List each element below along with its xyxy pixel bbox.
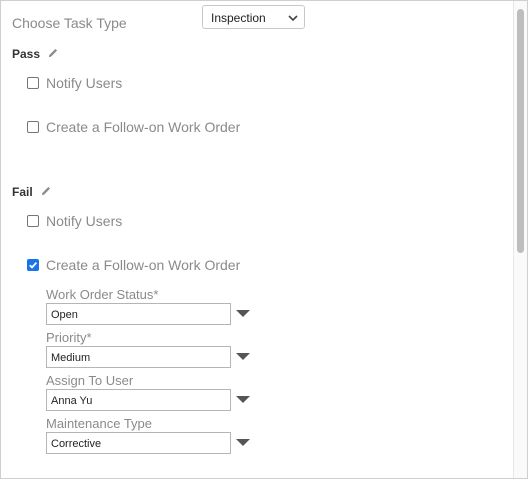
fail-title-text: Fail — [12, 185, 33, 199]
checkmark-icon — [29, 261, 38, 269]
caret-down-icon[interactable] — [236, 310, 250, 317]
chevron-down-icon — [288, 15, 298, 22]
fail-follow-on-label: Create a Follow-on Work Order — [46, 257, 241, 273]
assign-to-user-input[interactable]: Anna Yu — [46, 389, 231, 411]
priority-input[interactable]: Medium — [46, 346, 231, 368]
scrollbar-thumb[interactable] — [517, 9, 524, 253]
fail-notify-users-checkbox[interactable] — [27, 215, 39, 227]
fail-notify-users-label: Notify Users — [46, 213, 123, 229]
caret-down-icon[interactable] — [236, 439, 250, 446]
pass-follow-on-checkbox[interactable] — [27, 121, 39, 133]
pass-follow-on-label: Create a Follow-on Work Order — [46, 119, 241, 135]
task-type-select[interactable]: Inspection — [202, 5, 305, 29]
pass-notify-users-checkbox[interactable] — [27, 77, 39, 89]
pass-section-title: Pass — [12, 47, 58, 61]
task-form-panel: Choose Task Type Inspection Pass Notify … — [0, 0, 528, 479]
maintenance-type-label: Maintenance Type — [46, 416, 152, 431]
task-type-value: Inspection — [211, 11, 266, 25]
fail-section-title: Fail — [12, 185, 51, 199]
priority-label: Priority* — [46, 330, 92, 345]
caret-down-icon[interactable] — [236, 396, 250, 403]
pass-notify-users-label: Notify Users — [46, 75, 123, 91]
work-order-status-label: Work Order Status* — [46, 287, 159, 302]
vertical-scrollbar[interactable] — [513, 1, 527, 478]
fail-follow-on-checkbox[interactable] — [27, 259, 39, 271]
choose-task-type-label: Choose Task Type — [12, 15, 127, 31]
pencil-icon[interactable] — [40, 186, 51, 197]
assign-to-user-label: Assign To User — [46, 373, 134, 388]
caret-down-icon[interactable] — [236, 353, 250, 360]
maintenance-type-input[interactable]: Corrective — [46, 432, 231, 454]
pencil-icon[interactable] — [47, 48, 58, 59]
pass-title-text: Pass — [12, 47, 41, 61]
work-order-status-input[interactable]: Open — [46, 303, 231, 325]
